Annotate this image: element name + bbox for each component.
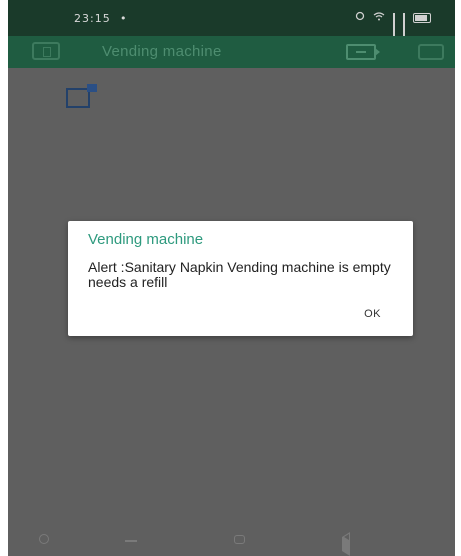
signal-icon bbox=[393, 12, 395, 38]
device-icon[interactable] bbox=[32, 42, 60, 60]
app-title: Vending machine bbox=[102, 43, 222, 60]
app-bar: Vending machine bbox=[8, 36, 455, 68]
wifi-icon bbox=[373, 11, 385, 24]
status-time: 23:15 bbox=[74, 12, 111, 25]
status-bar: 23:15 • bbox=[8, 0, 455, 38]
alert-dialog: Vending machine Alert :Sanitary Napkin V… bbox=[68, 221, 413, 336]
assistant-icon[interactable] bbox=[39, 534, 49, 544]
navigation-bar bbox=[8, 526, 455, 556]
ok-button[interactable]: OK bbox=[364, 308, 381, 320]
phone-screen: 23:15 • Vending machine Vending machine … bbox=[8, 0, 455, 556]
home-icon[interactable] bbox=[234, 535, 245, 544]
square-icon[interactable] bbox=[418, 44, 444, 60]
back-icon[interactable] bbox=[342, 532, 350, 556]
widget-icon[interactable] bbox=[66, 84, 97, 108]
dialog-message: Alert :Sanitary Napkin Vending machine i… bbox=[88, 259, 391, 290]
alarm-icon bbox=[355, 11, 365, 24]
notification-dot-icon: • bbox=[120, 12, 127, 25]
dialog-title: Vending machine bbox=[88, 231, 204, 248]
status-icons bbox=[355, 11, 431, 38]
signal-2-icon bbox=[403, 12, 405, 38]
login-icon[interactable] bbox=[346, 44, 380, 60]
battery-icon bbox=[413, 12, 431, 23]
